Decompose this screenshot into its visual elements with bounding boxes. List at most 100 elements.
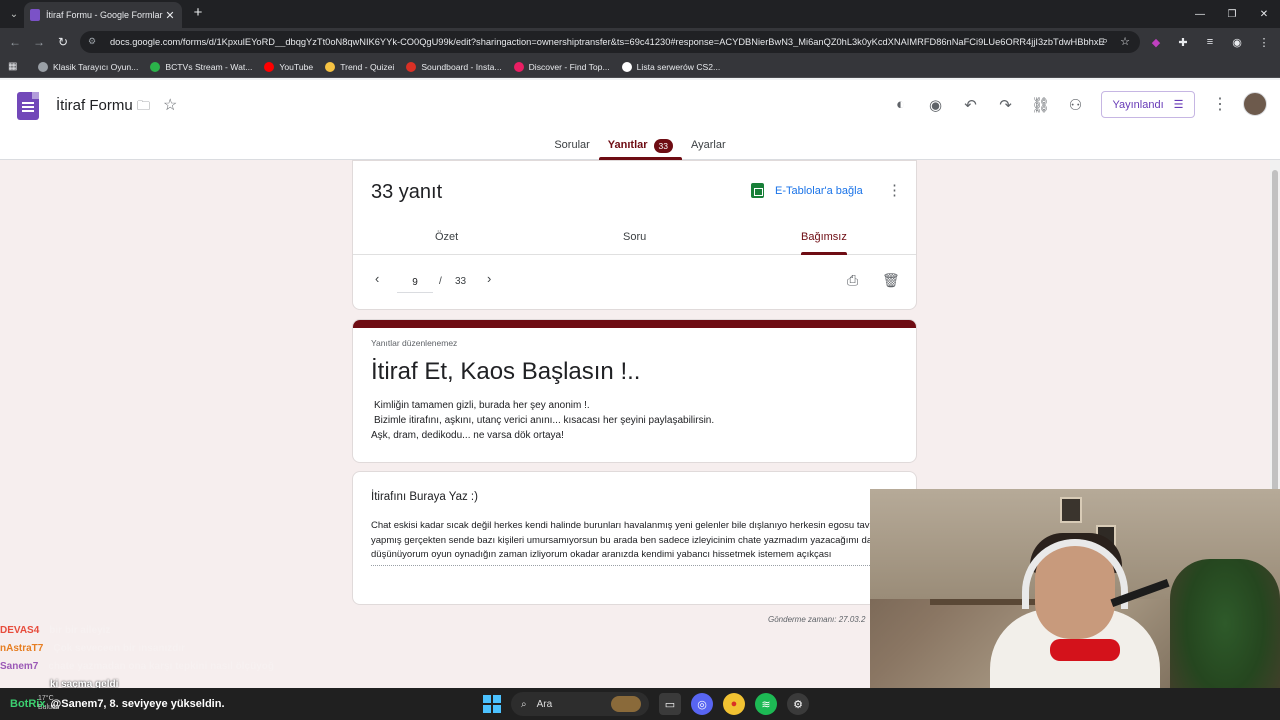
bookmark-label: Klasik Tarayıcı Oyun... [53, 61, 139, 72]
address-bar: ← → ↻ ⚙ docs.google.com/forms/d/1KpxulEY… [0, 28, 1280, 56]
bookmark-item[interactable]: YouTube [264, 61, 313, 72]
folder-icon[interactable]: 🗀 [137, 97, 153, 113]
bookmark-label: BCTVs Stream - Wat... [165, 61, 253, 72]
search-highlight-icon [611, 696, 641, 712]
puzzle-icon[interactable]: ✚ [1175, 34, 1191, 50]
bookmark-favicon-icon [264, 61, 275, 72]
levelup-text: @Sanem7, 8. seviyeye yükseldin. [50, 698, 225, 710]
tab-questions-label: Sorular [554, 139, 590, 151]
forward-icon[interactable]: → [30, 33, 48, 51]
undo-icon[interactable]: ↶ [960, 94, 981, 115]
response-view-tabs: Özet Soru Bağımsız [353, 225, 916, 255]
close-icon[interactable]: ✕ [164, 9, 176, 22]
chat-message: Sanem7 chate yazmadan ona karşı tepkini n… [0, 658, 320, 676]
discord-icon[interactable]: ◎ [691, 693, 713, 715]
new-tab-button[interactable]: + [188, 4, 208, 24]
header-toolbar: ◐ ◉ ↶ ↷ ⛓ ⚇ [890, 94, 1086, 115]
back-icon[interactable]: ← [6, 33, 24, 51]
taskbar-search-label: Ara [536, 698, 553, 710]
bookmark-label: Lista serwerów CS2... [636, 61, 721, 72]
page-number-input[interactable] [397, 273, 433, 293]
spotify-icon[interactable]: ≋ [755, 693, 777, 715]
chevron-right-icon[interactable]: › [487, 271, 491, 286]
bookmark-favicon-icon [150, 61, 161, 72]
main-tabs: Sorular Yanıtlar 33 Ayarlar [0, 130, 1280, 160]
url-text[interactable]: docs.google.com/forms/d/1KpxulEYoRD__dbq… [110, 37, 1140, 47]
chat-message: nAstraT7 Çok seveceen bir insanızdır [0, 640, 320, 658]
tab-individual[interactable]: Bağımsız [801, 231, 847, 255]
bookmark-label: Trend - Quizei [340, 61, 395, 72]
cam-picture-frame [1060, 497, 1082, 523]
site-info-icon[interactable]: ⚙ [88, 36, 100, 48]
window-controls: — ❐ ✕ [1184, 0, 1280, 28]
tab-questions[interactable]: Sorular [545, 130, 598, 160]
profile-icon[interactable]: ◉ [1229, 34, 1245, 50]
redo-icon[interactable]: ↷ [995, 94, 1016, 115]
add-collaborator-icon[interactable]: ⚇ [1065, 94, 1086, 115]
tab-responses[interactable]: Yanıtlar 33 [598, 130, 683, 160]
chevron-left-icon[interactable]: ‹ [375, 271, 379, 286]
bookmark-item[interactable]: Klasik Tarayıcı Oyun... [38, 61, 139, 72]
apps-grid-icon[interactable]: ▦ [8, 61, 24, 72]
app-icon[interactable]: ⚙ [787, 693, 809, 715]
avatar[interactable] [1243, 92, 1267, 116]
preview-eye-icon[interactable]: ◉ [925, 94, 946, 115]
question-label: İtirafını Buraya Yaz :) [371, 491, 478, 503]
tab-responses-label: Yanıtlar [607, 139, 648, 151]
windows-start-icon[interactable] [483, 695, 501, 713]
omnibox[interactable]: ⚙ docs.google.com/forms/d/1KpxulEYoRD__d… [80, 31, 1140, 53]
page-separator: / [439, 276, 442, 287]
responses-more-icon[interactable]: ⋮ [887, 181, 902, 199]
bookmark-item[interactable]: Soundboard - Insta... [406, 61, 502, 72]
close-window-icon[interactable]: ✕ [1248, 0, 1280, 28]
bookmark-label: Discover - Find Top... [528, 61, 610, 72]
bookmark-star-icon[interactable]: ☆ [1120, 35, 1130, 48]
tab-summary[interactable]: Özet [435, 231, 458, 255]
cam-microphone [1050, 639, 1120, 661]
bookmark-item[interactable]: BCTVs Stream - Wat... [150, 61, 253, 72]
levelup-notification: BotRix @Sanem7, 8. seviyeye yükseldin. [10, 698, 225, 710]
tab-question[interactable]: Soru [623, 231, 646, 255]
tab-search-icon[interactable]: ⌄ [4, 4, 24, 24]
form-title[interactable]: İtiraf Formu [56, 97, 133, 114]
restore-icon[interactable]: ❐ [1216, 0, 1248, 28]
taskbar-search[interactable]: ⌕ Ara [511, 692, 649, 716]
chrome-menu-icon[interactable]: ⋮ [1256, 34, 1272, 50]
tab-title: İtiraf Formu - Google Formlar [46, 10, 163, 20]
chat-username: Sanem7 [0, 661, 39, 672]
palette-icon[interactable]: ◐ [890, 94, 911, 115]
reload-icon[interactable]: ↻ [54, 33, 72, 51]
link-to-sheets-button[interactable]: E-Tablolar'a bağla [751, 183, 863, 198]
webcam-overlay [870, 489, 1280, 720]
bookmark-item[interactable]: Trend - Quizei [325, 61, 395, 72]
total-pages: 33 [455, 276, 467, 287]
description-line: Kimliğin tamamen gizli, burada her şey a… [374, 400, 590, 411]
minimize-icon[interactable]: — [1184, 0, 1216, 28]
bookmark-item[interactable]: Lista serwerów CS2... [621, 61, 721, 72]
browser-tab-bar: ⌄ İtiraf Formu - Google Formlar ✕ + — ❐ … [0, 0, 1280, 28]
more-options-icon[interactable]: ⋮ [1212, 94, 1228, 114]
browser-tab[interactable]: İtiraf Formu - Google Formlar ✕ [24, 2, 182, 28]
task-view-icon[interactable]: ▭ [659, 693, 681, 715]
print-icon[interactable]: ⎙ [847, 272, 858, 289]
link-icon[interactable]: ⛓ [1030, 94, 1051, 115]
bookmark-favicon-icon [621, 61, 632, 72]
chat-username: nAstraT7 [0, 643, 44, 654]
chrome-icon[interactable]: ● [723, 693, 745, 715]
tab-settings-label: Ayarlar [691, 139, 726, 151]
response-count-badge: 33 [653, 139, 674, 153]
sheets-icon [751, 183, 764, 198]
google-forms-logo-icon[interactable] [17, 92, 39, 120]
chat-username: DEVAS4 [0, 625, 40, 636]
bookmark-item[interactable]: Discover - Find Top... [513, 61, 610, 72]
published-button[interactable]: Yayınlandı ☰ [1101, 91, 1195, 118]
search-icon: ⌕ [521, 698, 527, 710]
form-title-card: Yanıtlar düzenlenemez İtiraf Et, Kaos Ba… [352, 319, 917, 463]
extension-icon[interactable]: ◆ [1148, 34, 1164, 50]
chat-text: bir bir aileyiz [49, 625, 111, 636]
star-icon[interactable]: ☆ [163, 95, 177, 115]
media-icon[interactable]: ≡ [1202, 34, 1218, 50]
delete-icon[interactable]: 🗑 [882, 272, 900, 289]
tab-settings[interactable]: Ayarlar [682, 130, 735, 160]
zoom-icon[interactable]: ⌕ [1102, 35, 1108, 48]
